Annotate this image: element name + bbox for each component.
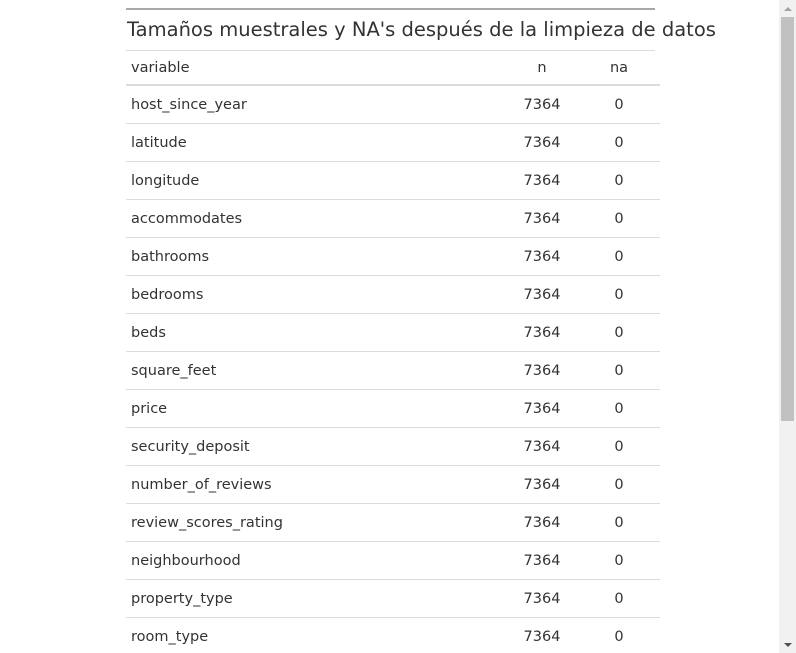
table-row: number_of_reviews 7364 0: [126, 465, 660, 504]
cell-variable: longitude: [126, 161, 506, 200]
table-row: latitude 7364 0: [126, 123, 660, 162]
scrollbar-thumb[interactable]: [781, 17, 794, 421]
cell-n: 7364: [506, 85, 578, 124]
cell-n: 7364: [506, 389, 578, 428]
table-row: security_deposit 7364 0: [126, 427, 660, 466]
cell-n: 7364: [506, 465, 578, 504]
table-row: price 7364 0: [126, 389, 660, 428]
cell-n: 7364: [506, 579, 578, 618]
cell-variable: number_of_reviews: [126, 465, 506, 504]
table-row: beds 7364 0: [126, 313, 660, 352]
cell-n: 7364: [506, 541, 578, 580]
cell-n: 7364: [506, 123, 578, 162]
cell-variable: bedrooms: [126, 275, 506, 314]
cell-na: 0: [578, 541, 660, 580]
table-body: host_since_year 7364 0 latitude 7364 0 l…: [126, 85, 660, 653]
cell-na: 0: [578, 579, 660, 618]
cell-variable: neighbourhood: [126, 541, 506, 580]
cell-na: 0: [578, 237, 660, 276]
cell-variable: property_type: [126, 579, 506, 618]
table-caption: Tamaños muestrales y NA's después de la …: [126, 10, 716, 51]
vertical-scrollbar[interactable]: [779, 0, 796, 653]
scroll-up-arrow-icon: [783, 6, 792, 11]
header-row: variable n na: [126, 51, 660, 86]
cell-n: 7364: [506, 199, 578, 238]
column-header-na: na: [578, 51, 660, 86]
table-row: property_type 7364 0: [126, 579, 660, 618]
summary-table: variable n na host_since_year 7364 0 lat…: [126, 51, 660, 653]
table-row: host_since_year 7364 0: [126, 85, 660, 124]
table-row: review_scores_rating 7364 0: [126, 503, 660, 542]
cell-variable: latitude: [126, 123, 506, 162]
scroll-down-button[interactable]: [779, 636, 796, 653]
page-viewport: Tamaños muestrales y NA's después de la …: [0, 0, 796, 653]
cell-na: 0: [578, 427, 660, 466]
cell-variable: accommodates: [126, 199, 506, 238]
cell-variable: price: [126, 389, 506, 428]
cell-n: 7364: [506, 503, 578, 542]
cell-na: 0: [578, 389, 660, 428]
cell-n: 7364: [506, 237, 578, 276]
cell-na: 0: [578, 465, 660, 504]
column-header-n: n: [506, 51, 578, 86]
cell-variable: square_feet: [126, 351, 506, 390]
cell-na: 0: [578, 85, 660, 124]
cell-na: 0: [578, 123, 660, 162]
cell-n: 7364: [506, 275, 578, 314]
cell-variable: bathrooms: [126, 237, 506, 276]
cell-variable: review_scores_rating: [126, 503, 506, 542]
cell-variable: security_deposit: [126, 427, 506, 466]
cell-na: 0: [578, 161, 660, 200]
cell-n: 7364: [506, 161, 578, 200]
table-header: variable n na: [126, 51, 660, 86]
cell-na: 0: [578, 313, 660, 352]
summary-table-container: Tamaños muestrales y NA's después de la …: [126, 8, 716, 653]
table-row: neighbourhood 7364 0: [126, 541, 660, 580]
column-header-variable: variable: [126, 51, 506, 86]
table-row: square_feet 7364 0: [126, 351, 660, 390]
cell-na: 0: [578, 503, 660, 542]
cell-n: 7364: [506, 427, 578, 466]
cell-na: 0: [578, 275, 660, 314]
cell-na: 0: [578, 199, 660, 238]
cell-variable: host_since_year: [126, 85, 506, 124]
cell-na: 0: [578, 351, 660, 390]
table-row: accommodates 7364 0: [126, 199, 660, 238]
cell-n: 7364: [506, 617, 578, 653]
table-row: bathrooms 7364 0: [126, 237, 660, 276]
cell-n: 7364: [506, 351, 578, 390]
cell-variable: beds: [126, 313, 506, 352]
cell-na: 0: [578, 617, 660, 653]
scroll-up-button[interactable]: [779, 0, 796, 17]
table-row: room_type 7364 0: [126, 617, 660, 653]
table-row: longitude 7364 0: [126, 161, 660, 200]
scroll-down-arrow-icon: [783, 642, 792, 647]
cell-n: 7364: [506, 313, 578, 352]
table-row: bedrooms 7364 0: [126, 275, 660, 314]
cell-variable: room_type: [126, 617, 506, 653]
